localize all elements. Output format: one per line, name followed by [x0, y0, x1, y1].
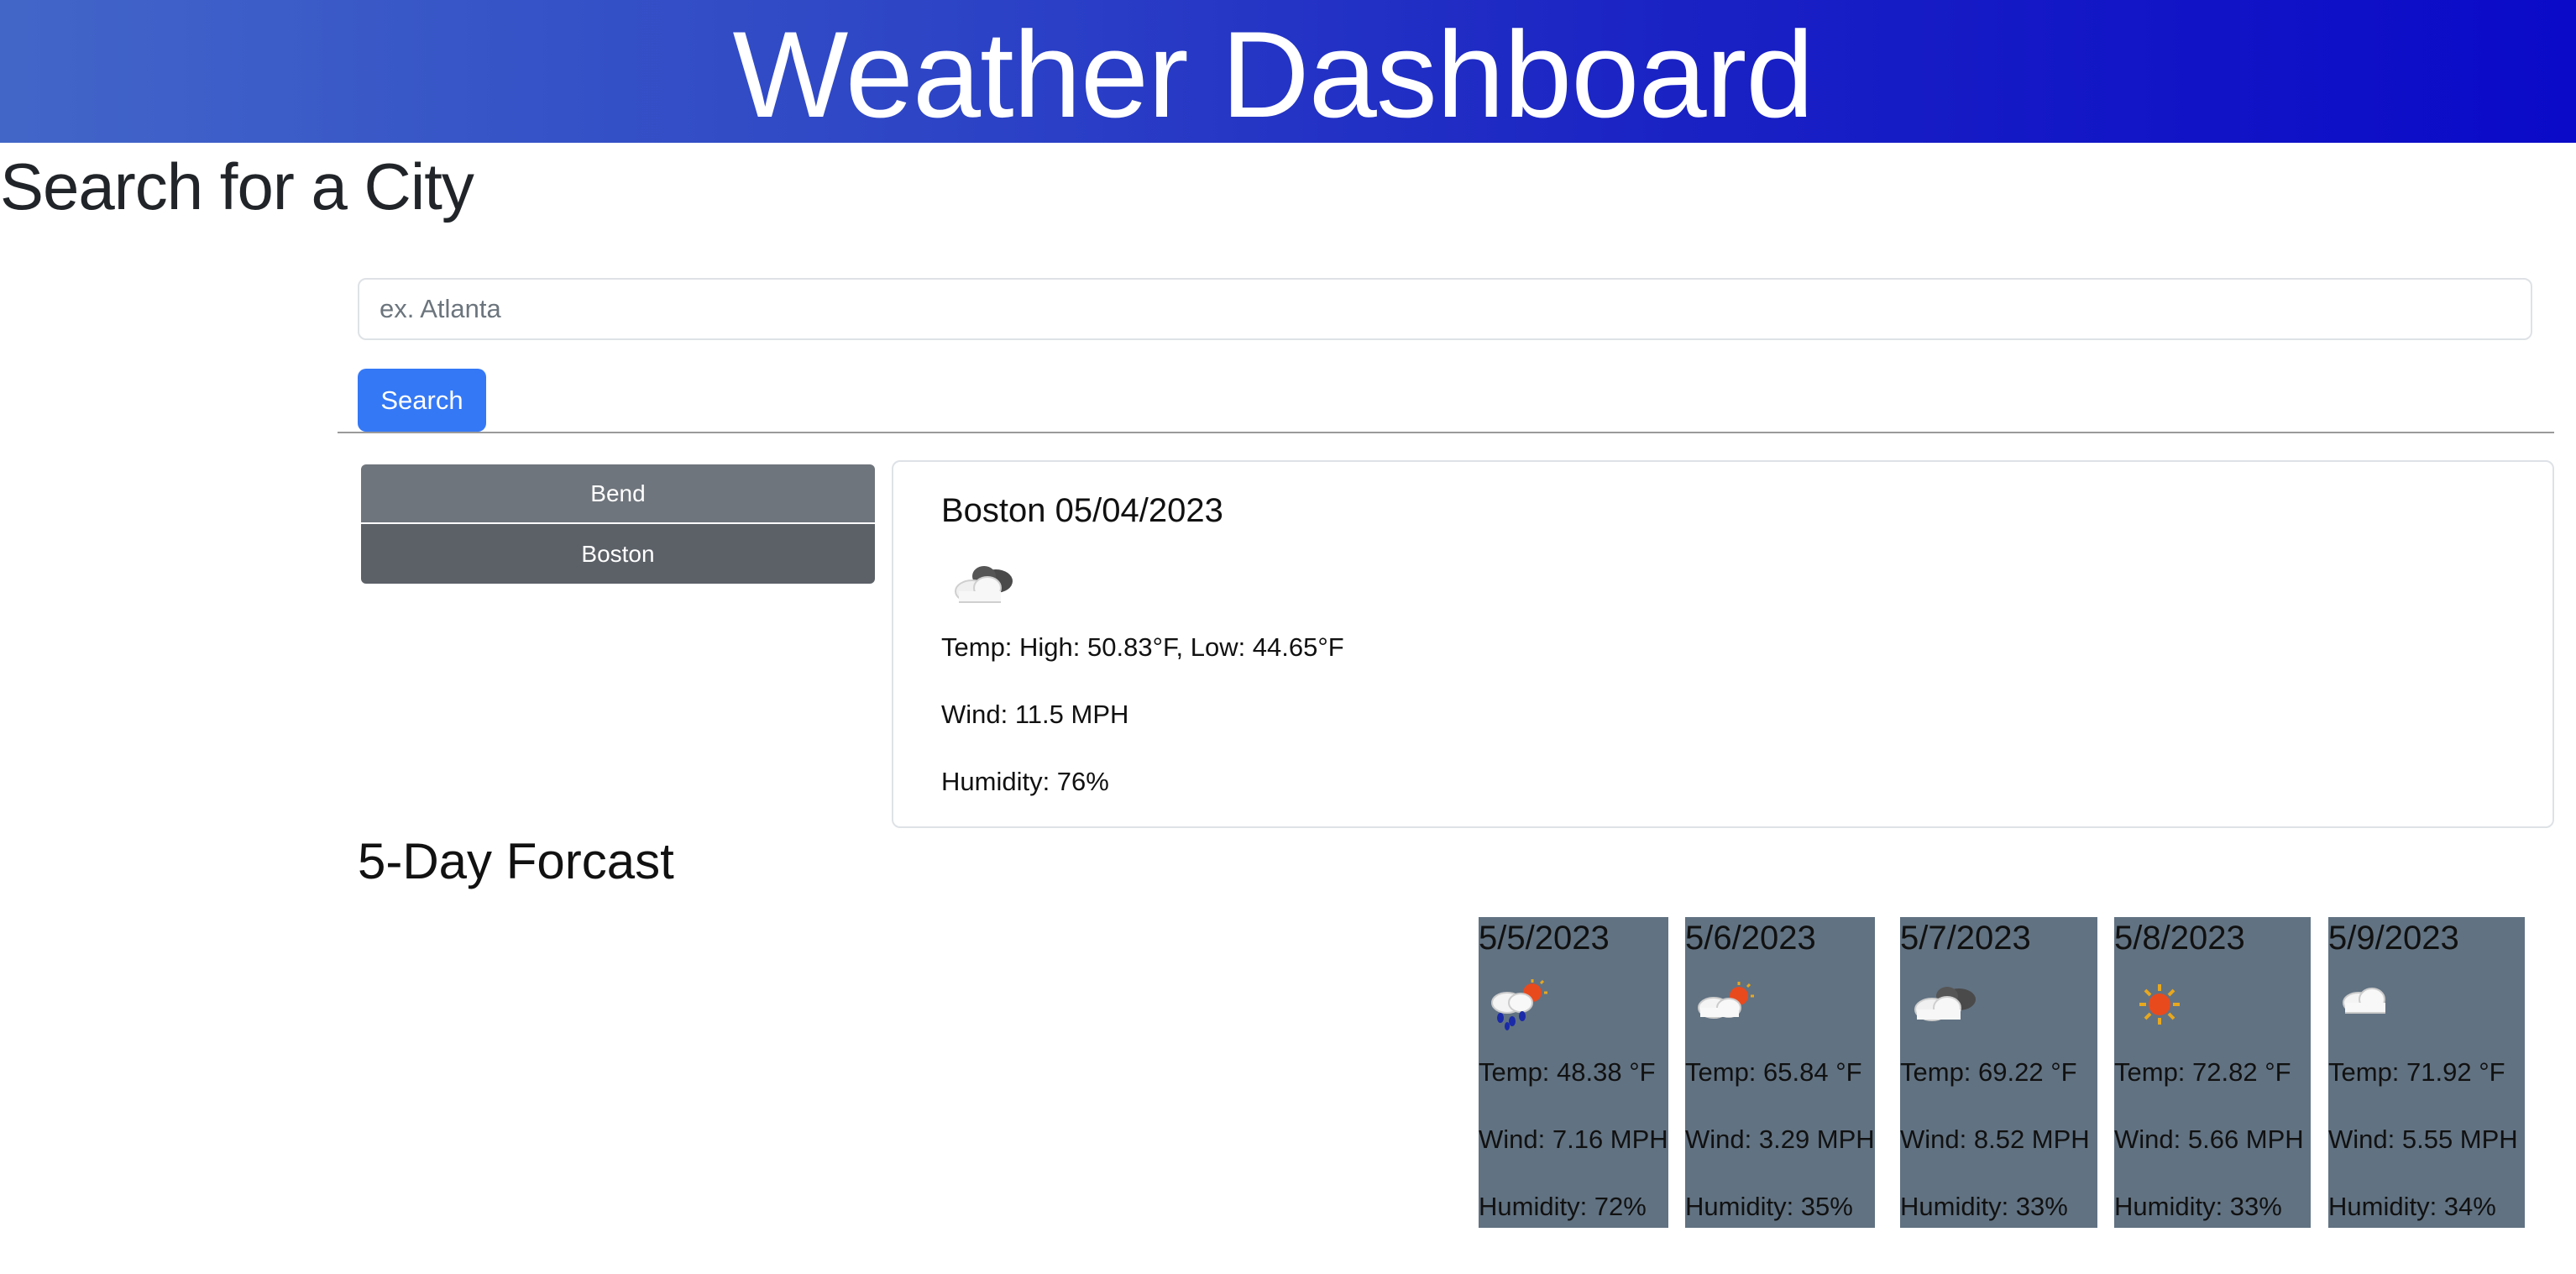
- broken-clouds-icon: [1907, 978, 1982, 1035]
- history-item-bend[interactable]: Bend: [361, 464, 875, 524]
- current-humidity: Humidity: 76%: [941, 767, 1109, 796]
- forecast-temp: Temp: 72.82 °F: [2114, 1057, 2291, 1087]
- forecast-temp: Temp: 48.38 °F: [1479, 1057, 1656, 1087]
- forecast-card: 5/8/2023 Temp: 72.82 °F Wind: 5.66 MPH H…: [2114, 917, 2311, 1228]
- forecast-wind: Wind: 8.52 MPH: [1900, 1125, 2090, 1154]
- search-history: Bend Boston: [361, 464, 875, 584]
- current-temp: Temp: High: 50.83°F, Low: 44.65°F: [941, 632, 1344, 662]
- forecast-date: 5/7/2023: [1900, 920, 2031, 957]
- forecast-temp: Temp: 69.22 °F: [1900, 1057, 2077, 1087]
- forecast-date: 5/5/2023: [1479, 920, 1610, 957]
- divider: [338, 432, 2554, 433]
- cloud-icon: [2335, 978, 2402, 1035]
- forecast-date: 5/8/2023: [2114, 920, 2245, 957]
- page-header: Weather Dashboard: [0, 0, 2576, 143]
- forecast-date: 5/9/2023: [2328, 920, 2459, 957]
- history-item-boston[interactable]: Boston: [361, 524, 875, 584]
- forecast-wind: Wind: 5.55 MPH: [2328, 1125, 2518, 1154]
- forecast-humidity: Humidity: 72%: [1479, 1192, 1647, 1221]
- app-title: Weather Dashboard: [732, 6, 1814, 143]
- search-heading: Search for a City: [0, 149, 474, 223]
- rain-sun-icon: [1485, 978, 1552, 1035]
- sun-icon: [2133, 978, 2186, 1035]
- forecast-humidity: Humidity: 35%: [1685, 1192, 1853, 1221]
- current-weather-card: Boston 05/04/2023 Temp: High: 50.83°F, L…: [892, 460, 2554, 828]
- forecast-temp: Temp: 65.84 °F: [1685, 1057, 1862, 1087]
- current-wind: Wind: 11.5 MPH: [941, 700, 1129, 729]
- forecast-card: 5/6/2023 Temp: 65.84 °F Wind: 3.29 MPH H…: [1685, 917, 1875, 1228]
- forecast-wind: Wind: 5.66 MPH: [2114, 1125, 2304, 1154]
- forecast-card: 5/7/2023 Temp: 69.22 °F Wind: 8.52 MPH H…: [1900, 917, 2097, 1228]
- forecast-date: 5/6/2023: [1685, 920, 1816, 957]
- partly-sunny-icon: [1692, 978, 1759, 1035]
- search-button[interactable]: Search: [358, 369, 486, 432]
- forecast-humidity: Humidity: 33%: [2114, 1192, 2282, 1221]
- forecast-wind: Wind: 7.16 MPH: [1479, 1125, 1668, 1154]
- cloudy-icon: [947, 554, 1023, 617]
- forecast-wind: Wind: 3.29 MPH: [1685, 1125, 1875, 1154]
- forecast-heading: 5-Day Forcast: [358, 833, 674, 889]
- forecast-card: 5/5/2023 Temp: 48.38 °F Wind: 7.16 MPH H…: [1479, 917, 1668, 1228]
- current-city-date: Boston 05/04/2023: [941, 492, 1223, 529]
- city-search-input[interactable]: [358, 278, 2532, 340]
- forecast-temp: Temp: 71.92 °F: [2328, 1057, 2505, 1087]
- forecast-humidity: Humidity: 34%: [2328, 1192, 2496, 1221]
- forecast-humidity: Humidity: 33%: [1900, 1192, 2068, 1221]
- forecast-card: 5/9/2023 Temp: 71.92 °F Wind: 5.55 MPH H…: [2328, 917, 2525, 1228]
